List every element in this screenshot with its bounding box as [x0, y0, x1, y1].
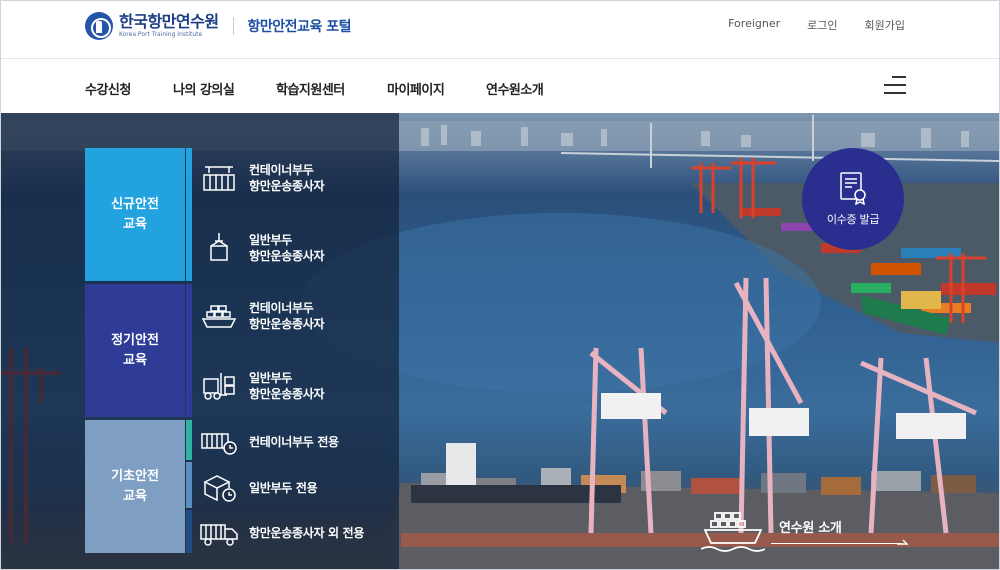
- ship-icon: [701, 512, 765, 552]
- cargo-hook-icon: [199, 231, 239, 265]
- category-label: 기초안전: [111, 468, 159, 484]
- menu-item-label: 항만운송종사자: [249, 387, 325, 401]
- certificate-icon: [840, 172, 866, 205]
- brand-name: 한국항만연수원: [119, 12, 219, 31]
- menu-item-label: 항만운송종사자: [249, 179, 325, 193]
- category-label: 신규안전: [111, 196, 159, 212]
- menu-item-general-port-new[interactable]: 일반부두항만운송종사자: [199, 231, 399, 265]
- menu-item-general-port-basic[interactable]: 일반부두 전용: [199, 471, 399, 505]
- util-login-link[interactable]: 로그인: [807, 17, 837, 33]
- util-signup-link[interactable]: 회원가입: [865, 17, 905, 33]
- logo-text: 한국항만연수원 Korea Port Training Institute: [119, 13, 219, 39]
- menu-item-label: 일반부두: [249, 371, 292, 385]
- category-label: 정기안전: [111, 332, 159, 348]
- logo[interactable]: 한국항만연수원 Korea Port Training Institute 항만…: [85, 11, 351, 41]
- menu-item-label: 일반부두: [249, 233, 292, 247]
- accent-bar: [186, 148, 192, 281]
- nav-item-about[interactable]: 연수원소개: [486, 79, 544, 98]
- container-ship-icon: [199, 299, 239, 333]
- brand-name-en: Korea Port Training Institute: [119, 31, 203, 38]
- menu-item-container-port-regular[interactable]: 컨테이너부두항만운송종사자: [199, 299, 399, 333]
- nav-item-my-classroom[interactable]: 나의 강의실: [173, 79, 235, 98]
- box-clock-icon: [199, 471, 239, 505]
- menu-item-label: 항만운송종사자: [249, 249, 325, 263]
- menu-hamburger-icon[interactable]: [884, 76, 906, 96]
- top-bar: 한국항만연수원 Korea Port Training Institute 항만…: [1, 1, 999, 59]
- main-nav: 수강신청 나의 강의실 학습지원센터 마이페이지 연수원소개: [1, 59, 999, 113]
- menu-item-general-port-regular[interactable]: 일반부두항만운송종사자: [199, 369, 399, 403]
- page-frame: 한국항만연수원 Korea Port Training Institute 항만…: [0, 0, 1000, 570]
- arrow-right-icon: [897, 539, 909, 545]
- logo-divider: [232, 17, 234, 35]
- accent-bar: [186, 510, 192, 553]
- nav-item-enroll[interactable]: 수강신청: [85, 79, 131, 98]
- nav-item-learning-support[interactable]: 학습지원센터: [276, 79, 345, 98]
- menu-item-container-port-new[interactable]: 컨테이너부두항만운송종사자: [199, 161, 399, 195]
- category-new-safety[interactable]: 신규안전교육: [85, 148, 185, 281]
- menu-item-label: 컨테이너부두: [249, 163, 314, 177]
- institute-intro-link[interactable]: 연수원 소개: [701, 509, 909, 555]
- utility-nav: Foreigner 로그인 회원가입: [728, 17, 905, 33]
- util-foreigner-link[interactable]: Foreigner: [728, 17, 780, 33]
- accent-bar: [186, 420, 192, 460]
- menu-item-label: 항만운송종사자 외 전용: [249, 526, 365, 540]
- category-regular-safety[interactable]: 정기안전교육: [85, 284, 185, 417]
- nav-item-mypage[interactable]: 마이페이지: [387, 79, 445, 98]
- logo-emblem-icon: [85, 12, 113, 40]
- certificate-label: 이수증 발급: [826, 213, 880, 226]
- category-label: 교육: [123, 488, 147, 504]
- category-basic-safety[interactable]: 기초안전교육: [85, 420, 185, 553]
- intro-label: 연수원 소개: [779, 521, 842, 536]
- category-label: 교육: [123, 352, 147, 368]
- menu-item-label: 컨테이너부두: [249, 301, 314, 315]
- portal-title[interactable]: 항만안전교육 포털: [248, 16, 352, 36]
- forklift-icon: [199, 369, 239, 403]
- intro-underline: [771, 543, 901, 544]
- container-crane-icon: [199, 161, 239, 195]
- certificate-issue-button[interactable]: 이수증 발급: [802, 148, 904, 250]
- menu-item-non-port-basic[interactable]: 항만운송종사자 외 전용: [199, 516, 399, 550]
- container-clock-icon: [199, 425, 239, 459]
- menu-item-label: 항만운송종사자: [249, 317, 325, 331]
- accent-bar: [186, 462, 192, 508]
- menu-item-label: 컨테이너부두 전용: [249, 435, 339, 449]
- menu-item-container-port-basic[interactable]: 컨테이너부두 전용: [199, 425, 399, 459]
- accent-bar: [186, 284, 192, 417]
- truck-icon: [199, 516, 239, 550]
- category-label: 교육: [123, 216, 147, 232]
- menu-item-label: 일반부두 전용: [249, 481, 318, 495]
